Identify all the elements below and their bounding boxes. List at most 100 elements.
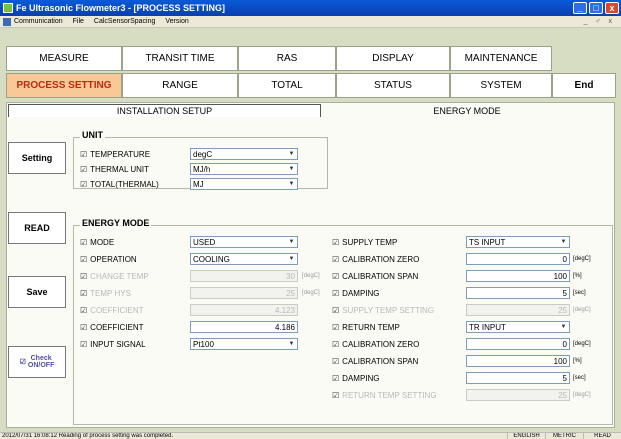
maximize-button[interactable]: □ (589, 2, 603, 14)
checkbox[interactable]: ☑ (80, 180, 87, 189)
temperature-select[interactable]: degC ▼ (190, 148, 298, 160)
tab-total[interactable]: TOTAL (238, 73, 336, 98)
checkbox[interactable]: ☑ (332, 340, 339, 349)
minimize-button[interactable]: _ (573, 2, 587, 14)
coefficient-row: ☑ COEFFICIENT (80, 321, 144, 334)
return-temp-setting-label: RETURN TEMP SETTING (342, 391, 437, 400)
checkbox[interactable]: ☑ (332, 289, 339, 298)
total-thermal-label: TOTAL(THERMAL) (90, 180, 159, 189)
checkbox[interactable]: ☑ (332, 238, 339, 247)
checkbox[interactable]: ☑ (332, 272, 339, 281)
operation-select[interactable]: COOLING ▼ (190, 253, 298, 265)
checkbox[interactable]: ☑ (80, 306, 87, 315)
unit-group-title: UNIT (80, 130, 105, 140)
calibration-zero-unit: [degC] (573, 256, 591, 262)
checkbox[interactable]: ☑ (332, 391, 339, 400)
document-icon (3, 17, 11, 26)
tab-measure[interactable]: MEASURE (6, 46, 122, 71)
close-button[interactable]: x (605, 2, 619, 14)
setting-button[interactable]: Setting (8, 142, 66, 174)
status-units: METRIC (545, 433, 583, 439)
change-temp-unit: [degC] (302, 273, 320, 279)
save-button[interactable]: Save (8, 276, 66, 308)
checkbox[interactable]: ☑ (80, 165, 87, 174)
temp-hys-label: TEMP HYS (90, 289, 131, 298)
checkbox[interactable]: ☑ (332, 306, 339, 315)
temp-hys-row: ☑ TEMP HYS (80, 287, 131, 300)
checkbox[interactable]: ☑ (80, 340, 87, 349)
calibration-span-input[interactable]: 100 (466, 355, 570, 367)
checkbox[interactable]: ☑ (80, 289, 87, 298)
tab-display[interactable]: DISPLAY (336, 46, 450, 71)
menu-communication[interactable]: Communication (14, 18, 63, 25)
checkbox[interactable]: ☑ (80, 238, 87, 247)
chevron-down-icon: ▼ (288, 341, 295, 347)
title-bar: Fe Ultrasonic Flowmeter3 - [PROCESS SETT… (0, 0, 621, 16)
subtab-installation-setup[interactable]: INSTALLATION SETUP (8, 104, 321, 117)
checkbox[interactable]: ☑ (80, 272, 87, 281)
menu-version[interactable]: Version (165, 18, 188, 25)
calibration-span-row: ☑ CALIBRATION SPAN (332, 270, 418, 283)
checkbox[interactable]: ☑ (332, 357, 339, 366)
chevron-down-icon: ▼ (288, 151, 295, 157)
thermal-unit-select[interactable]: MJ/h ▼ (190, 163, 298, 175)
chevron-down-icon: ▼ (288, 181, 295, 187)
calibration-zero-label: CALIBRATION ZERO (342, 340, 420, 349)
tab-status[interactable]: STATUS (336, 73, 450, 98)
temp-hys-input: 25 (190, 287, 298, 299)
checkbox[interactable]: ☑ (80, 255, 87, 264)
input-signal-row: ☑ INPUT SIGNAL (80, 338, 146, 351)
tab-range[interactable]: RANGE (122, 73, 238, 98)
calibration-zero-input[interactable]: 0 (466, 253, 570, 265)
damping-row: ☑ DAMPING (332, 372, 380, 385)
calibration-span-label: CALIBRATION SPAN (342, 357, 419, 366)
calibration-zero-row: ☑ CALIBRATION ZERO (332, 338, 419, 351)
chevron-down-icon: ▼ (560, 324, 567, 330)
thermal-unit-label: THERMAL UNIT (90, 165, 149, 174)
calibration-span-row: ☑ CALIBRATION SPAN (332, 355, 418, 368)
tab-process-setting[interactable]: PROCESS SETTING (6, 73, 122, 98)
check-onoff-button[interactable]: ☑ Check ON/OFF (8, 346, 66, 378)
supply-temp-setting-input: 25 (466, 304, 570, 316)
damping-unit: [sec] (573, 375, 586, 381)
tab-maintenance[interactable]: MAINTENANCE (450, 46, 552, 71)
damping-row: ☑ DAMPING (332, 287, 380, 300)
input-signal-label: INPUT SIGNAL (90, 340, 146, 349)
tab-transit-time[interactable]: TRANSIT TIME (122, 46, 238, 71)
status-language: ENGLISH (507, 433, 545, 439)
coefficient-input[interactable]: 4.186 (190, 321, 298, 333)
mdi-window-controls[interactable]: _ ♂ x (583, 18, 615, 25)
status-bar: 2012/07/31 16:08:12 Reading of process s… (0, 432, 621, 439)
input-signal-select[interactable]: Pt100 ▼ (190, 338, 298, 350)
return-temp-select[interactable]: TR INPUT ▼ (466, 321, 570, 333)
checkbox[interactable]: ☑ (80, 150, 87, 159)
total-thermal-select[interactable]: MJ ▼ (190, 178, 298, 190)
tab-ras[interactable]: RAS (238, 46, 336, 71)
subtab-energy-mode[interactable]: ENERGY MODE (324, 104, 610, 117)
operation-row: ☑ OPERATION (80, 253, 137, 266)
return-temp-setting-row: ☑ RETURN TEMP SETTING (332, 389, 437, 402)
checkbox[interactable]: ☑ (332, 323, 339, 332)
damping-input[interactable]: 5 (466, 287, 570, 299)
mode-select[interactable]: USED ▼ (190, 236, 298, 248)
checkbox[interactable]: ☑ (80, 323, 87, 332)
supply-temp-label: SUPPLY TEMP (342, 238, 398, 247)
checkbox[interactable]: ☑ (332, 374, 339, 383)
coefficient-label: COEFFICIENT (90, 306, 144, 315)
supply-temp-select[interactable]: TS INPUT ▼ (466, 236, 570, 248)
calibration-span-input[interactable]: 100 (466, 270, 570, 282)
end-button[interactable]: End (552, 73, 616, 98)
calibration-zero-input[interactable]: 0 (466, 338, 570, 350)
menu-file[interactable]: File (73, 18, 84, 25)
return-temp-setting-unit: [degC] (573, 392, 591, 398)
checkbox[interactable]: ☑ (332, 255, 339, 264)
coefficient-label: COEFFICIENT (90, 323, 144, 332)
calibration-zero-row: ☑ CALIBRATION ZERO (332, 253, 419, 266)
menu-calc-sensor-spacing[interactable]: CalcSensorSpacing (94, 18, 155, 25)
operation-value: COOLING (193, 254, 230, 264)
supply-temp-row: ☑ SUPPLY TEMP (332, 236, 397, 249)
supply-temp-setting-row: ☑ SUPPLY TEMP SETTING (332, 304, 434, 317)
damping-input[interactable]: 5 (466, 372, 570, 384)
read-button[interactable]: READ (8, 212, 66, 244)
tab-system[interactable]: SYSTEM (450, 73, 552, 98)
